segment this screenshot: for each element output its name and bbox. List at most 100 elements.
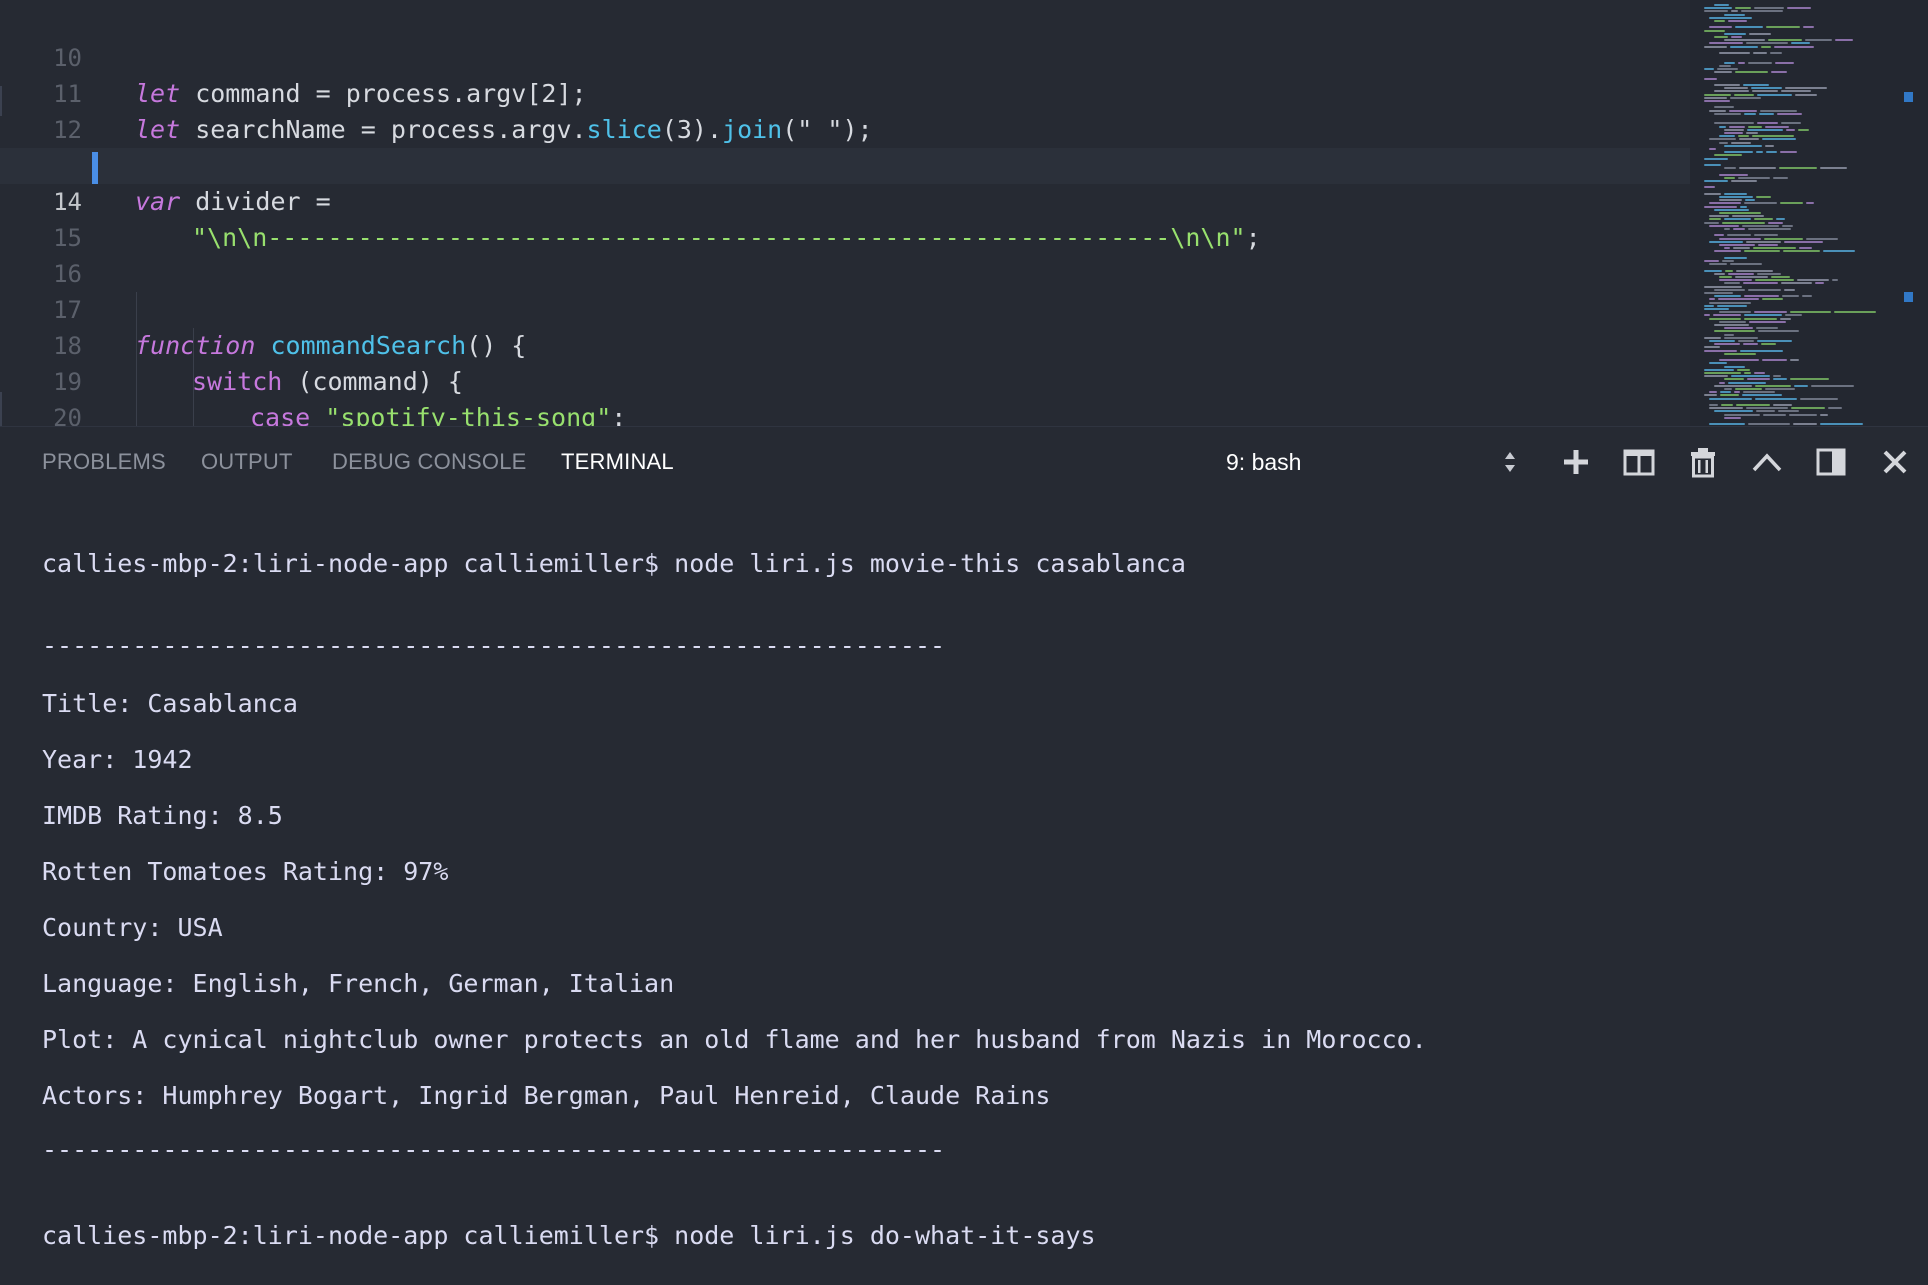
minimap-code-line [1730, 96, 1761, 99]
trash-icon[interactable] [1685, 444, 1721, 480]
minimap-code-line [1798, 128, 1809, 131]
minimap-code-line [1746, 407, 1788, 410]
minimap-code-line [1761, 45, 1771, 48]
select-arrows-icon[interactable] [1503, 451, 1517, 473]
indent-guide [136, 292, 137, 426]
split-icon[interactable] [1621, 444, 1657, 480]
minimap-code-line [1811, 384, 1854, 387]
minimap-code-line [1754, 234, 1778, 237]
code-line: 19 case "spotify-this-song": [0, 328, 1690, 426]
minimap-code-line [1752, 90, 1778, 93]
minimap-code-line [1724, 256, 1747, 259]
minimap-code-line [1771, 71, 1787, 74]
minimap-code-line [1724, 144, 1762, 147]
terminal-output[interactable]: callies-mbp-2:liri-node-app calliemiller… [0, 496, 1928, 1285]
minimap-code-line [1783, 250, 1820, 253]
minimap-code-line [1735, 71, 1768, 74]
minimap-code-line [1719, 135, 1735, 138]
minimap-code-line [1746, 132, 1758, 134]
minimap-code-line [1757, 122, 1778, 125]
minimap-code-line [1704, 349, 1737, 352]
tab-debug-console[interactable]: DEBUG CONSOLE [332, 427, 527, 497]
tab-output[interactable]: OUTPUT [201, 427, 293, 497]
minimap-code-line [1709, 263, 1727, 266]
minimap-code-line [1791, 407, 1825, 410]
minimap[interactable] [1690, 0, 1928, 426]
minimap-code-line [1719, 64, 1731, 67]
minimap-code-line [1776, 218, 1785, 221]
terminal-select[interactable]: 9: bash [1226, 427, 1526, 497]
minimap-code-line [1757, 93, 1792, 96]
minimap-code-line [1757, 272, 1781, 275]
minimap-code-line [1704, 304, 1714, 307]
code-editor[interactable]: 10 let command = process.argv[2]; 11 let… [0, 0, 1928, 426]
minimap-code-line [1724, 282, 1740, 285]
minimap-code-line [1709, 423, 1745, 426]
minimap-code-line [1709, 301, 1751, 304]
minimap-code-line [1724, 132, 1743, 134]
minimap-code-line [1719, 311, 1751, 314]
minimap-code-line [1757, 340, 1792, 342]
minimap-code-line [1820, 167, 1847, 170]
code-line: 15 [0, 184, 1690, 252]
minimap-code-line [1714, 4, 1729, 6]
minimap-code-line [1704, 77, 1717, 80]
minimap-code-line [1704, 314, 1710, 317]
minimap-code-line [1724, 228, 1730, 230]
plus-icon[interactable] [1558, 444, 1594, 480]
minimap-code-line [1704, 45, 1727, 48]
minimap-code-line [1734, 391, 1740, 394]
minimap-code-line [1727, 234, 1751, 237]
tab-terminal[interactable]: TERMINAL [561, 427, 674, 497]
panel-layout-icon[interactable] [1813, 444, 1849, 480]
minimap-code-line [1714, 330, 1755, 333]
minimap-code-line [1734, 93, 1754, 96]
terminal-prompt: callies-mbp-2:liri-node-app calliemiller… [42, 1221, 1096, 1250]
minimap-code-line [1739, 138, 1759, 141]
minimap-code-line [1779, 167, 1817, 170]
tab-problems[interactable]: PROBLEMS [42, 427, 166, 497]
minimap-code-line [1755, 384, 1791, 387]
minimap-code-line [1704, 96, 1727, 99]
minimap-code-line [1782, 224, 1793, 227]
minimap-code-line [1799, 247, 1812, 250]
minimap-code-line [1724, 378, 1744, 381]
minimap-code-line [1738, 135, 1749, 138]
minimap-code-line [1724, 333, 1734, 336]
minimap-code-line [1731, 36, 1742, 38]
minimap-code-line [1784, 240, 1823, 243]
minimap-code-line [1756, 151, 1763, 154]
minimap-code-line [1790, 311, 1831, 314]
minimap-code-line [1736, 269, 1773, 272]
minimap-code-line [1728, 272, 1754, 275]
minimap-code-line [1738, 176, 1770, 179]
minimap-code-line [1835, 39, 1853, 42]
terminal-divider: ----------------------------------------… [42, 1135, 946, 1164]
minimap-code-line [1728, 381, 1766, 384]
minimap-code-line [1770, 52, 1782, 54]
minimap-code-line [1714, 122, 1754, 125]
minimap-code-line [1709, 26, 1732, 29]
minimap-code-line [1743, 391, 1775, 394]
minimap-code-line [1740, 205, 1747, 208]
minimap-code-line [1731, 375, 1770, 378]
minimap-code-line [1758, 244, 1778, 246]
minimap-code-line [1773, 404, 1792, 406]
chevron-up-icon[interactable] [1749, 444, 1785, 480]
code-line: 17 function commandSearch() { [0, 256, 1690, 360]
minimap-code-line [1719, 320, 1746, 323]
minimap-code-line [1717, 68, 1738, 70]
minimap-code-line [1791, 42, 1810, 45]
minimap-code-line [1718, 298, 1759, 301]
close-icon[interactable] [1877, 444, 1913, 480]
minimap-code-line [1797, 279, 1829, 282]
minimap-code-line [1704, 336, 1721, 339]
terminal-year-line: Year: 1942 [42, 745, 193, 774]
minimap-code-line [1782, 295, 1799, 298]
minimap-code-line [1704, 308, 1729, 310]
minimap-code-line [1834, 311, 1876, 314]
minimap-code-line [1753, 247, 1796, 250]
minimap-code-line [1738, 61, 1745, 64]
minimap-code-line [1744, 250, 1780, 253]
minimap-code-line [1780, 317, 1791, 320]
